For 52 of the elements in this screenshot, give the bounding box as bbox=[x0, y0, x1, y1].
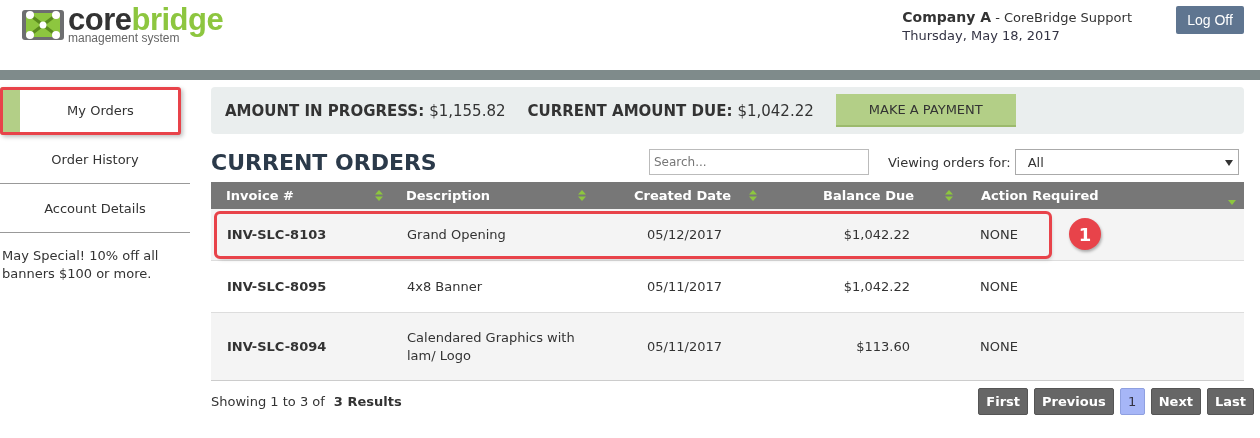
callout-badge: 1 bbox=[1069, 218, 1101, 250]
column-header[interactable]: Invoice # bbox=[226, 188, 375, 203]
section-title: CURRENT ORDERS bbox=[211, 149, 438, 175]
invoice-number-cell: INV-SLC-8103 bbox=[227, 227, 327, 242]
amount-label: CURRENT AMOUNT DUE: bbox=[527, 101, 733, 120]
description-cell: Calendared Graphics with lam/ Logo bbox=[407, 329, 575, 363]
sort-icon[interactable] bbox=[945, 190, 953, 201]
log-off-button[interactable]: Log Off bbox=[1176, 6, 1244, 34]
description-cell: 4x8 Banner bbox=[407, 278, 483, 294]
promo-text: May Special! 10% off all banners $100 or more. bbox=[1, 247, 160, 283]
current-date: Thursday, May 18, 2017 bbox=[902, 27, 1061, 45]
invoice-number-cell: INV-SLC-8094 bbox=[227, 339, 327, 354]
make-payment-button[interactable]: MAKE A PAYMENT bbox=[835, 94, 1016, 127]
balance-due-cell: $113.60 bbox=[856, 339, 910, 354]
created-date-cell: 05/12/2017 bbox=[647, 227, 722, 242]
amount-value: $1,042.22 bbox=[737, 101, 814, 120]
pagination-button[interactable]: Previous bbox=[1034, 387, 1114, 415]
invoice-number-cell: INV-SLC-8095 bbox=[227, 279, 327, 294]
column-header[interactable]: Balance Due bbox=[823, 188, 945, 203]
pagination-button[interactable]: First bbox=[978, 387, 1029, 415]
sort-icon[interactable] bbox=[578, 190, 586, 201]
pagination-button[interactable]: Last bbox=[1207, 387, 1254, 415]
search-field[interactable]: Search... bbox=[649, 149, 869, 175]
balance-due-cell: $1,042.22 bbox=[843, 227, 910, 242]
company-name: Company A - CoreBridge Support bbox=[902, 8, 1132, 27]
caret-icon bbox=[1224, 159, 1233, 166]
action-required-cell: NONE bbox=[980, 339, 1018, 354]
viewing-dropdown[interactable]: All bbox=[1014, 149, 1239, 175]
column-header[interactable]: Created Date bbox=[634, 188, 749, 203]
sort-icon[interactable] bbox=[1228, 200, 1236, 205]
description-cell: Grand Opening bbox=[407, 226, 506, 242]
sort-icon[interactable] bbox=[749, 190, 757, 201]
pagination-button[interactable]: Next bbox=[1150, 387, 1201, 415]
column-header[interactable]: Description bbox=[406, 188, 578, 203]
sidebar-item[interactable]: Account Details bbox=[0, 185, 190, 233]
created-date-cell: 05/11/2017 bbox=[647, 339, 722, 354]
results-count: 3 Results bbox=[333, 393, 402, 409]
sidebar-item[interactable]: Order History bbox=[0, 136, 190, 184]
showing-text: Showing 1 to 3 of bbox=[211, 393, 325, 409]
logo-wordmark: corebridge bbox=[68, 4, 224, 35]
sidebar-item[interactable]: My Orders bbox=[0, 87, 181, 135]
pagination-button[interactable]: 1 bbox=[1119, 387, 1145, 415]
logo-icon bbox=[20, 7, 66, 43]
created-date-cell: 05/11/2017 bbox=[647, 279, 722, 294]
amount-label: AMOUNT IN PROGRESS: bbox=[225, 101, 425, 120]
sort-icon[interactable] bbox=[375, 190, 383, 201]
column-header[interactable]: Action Required bbox=[981, 188, 1228, 203]
amount-value: $1,155.82 bbox=[429, 101, 506, 120]
viewing-label: Viewing orders for: bbox=[888, 154, 1011, 170]
balance-due-cell: $1,042.22 bbox=[843, 279, 910, 294]
action-required-cell: NONE bbox=[980, 227, 1018, 242]
action-required-cell: NONE bbox=[980, 279, 1018, 294]
